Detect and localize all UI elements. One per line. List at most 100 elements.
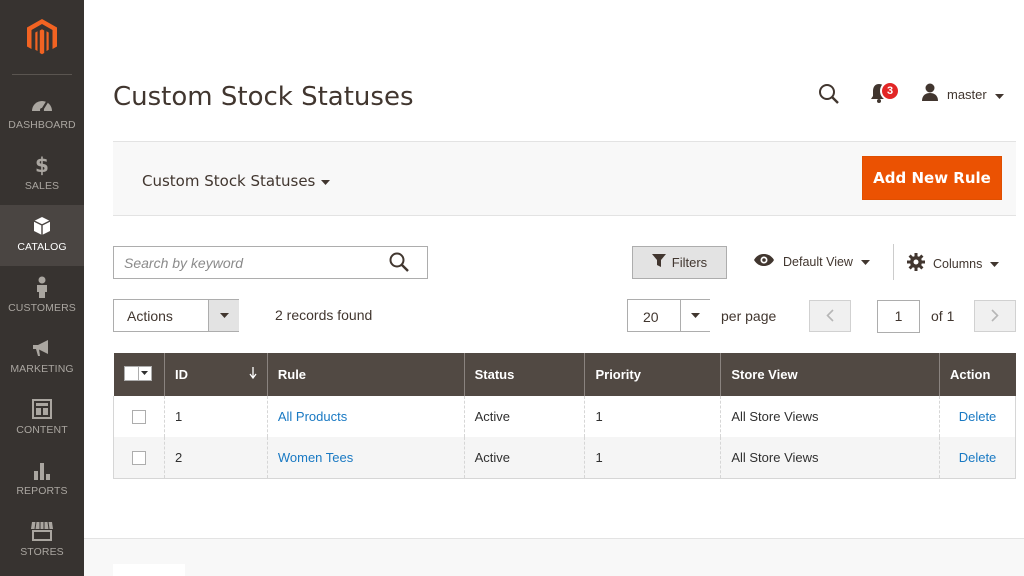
view-label: Default View <box>783 254 853 269</box>
actions-label: Actions <box>127 308 173 324</box>
sidebar-item-label: SALES <box>24 180 60 192</box>
delete-link[interactable]: Delete <box>959 409 997 424</box>
per-page-label: per page <box>721 308 777 324</box>
column-header-store-view[interactable]: Store View <box>720 353 940 396</box>
page-title: Custom Stock Statuses <box>113 82 414 112</box>
cell-store-view: All Store Views <box>720 396 940 437</box>
cell-action: Delete <box>938 396 1017 437</box>
chevron-down-icon <box>994 85 1004 104</box>
row-checkbox[interactable] <box>131 451 146 466</box>
page-footer <box>84 538 1024 576</box>
sidebar-item-label: CUSTOMERS <box>8 302 76 314</box>
sidebar-item-label: STORES <box>20 546 64 558</box>
cell-id: 1 <box>163 396 268 437</box>
cell-status: Active <box>463 396 585 437</box>
column-header-status[interactable]: Status <box>463 353 585 396</box>
mass-select-checkbox[interactable] <box>123 366 152 381</box>
sidebar-item-dashboard[interactable]: DASHBOARD <box>0 83 84 144</box>
add-new-rule-button[interactable]: Add New Rule <box>862 156 1002 200</box>
search-icon[interactable] <box>389 252 409 276</box>
chevron-right-icon <box>991 307 999 326</box>
cell-store-view: All Store Views <box>720 437 940 479</box>
sidebar-item-label: CATALOG <box>17 241 67 253</box>
chevron-down-icon <box>321 172 331 190</box>
sidebar-item-label: CONTENT <box>16 424 68 436</box>
magento-logo[interactable] <box>0 0 84 74</box>
cell-action: Delete <box>938 437 1017 479</box>
per-page-select[interactable]: 20 <box>627 299 710 332</box>
dollar-icon: $ <box>35 153 49 177</box>
next-page-button[interactable] <box>974 300 1016 332</box>
rule-link[interactable]: All Products <box>278 409 347 424</box>
grid-header-row: ID Rule Status Priority Store View Actio… <box>113 353 1016 396</box>
column-header-label: ID <box>174 367 188 382</box>
sidebar-item-marketing[interactable]: MARKETING <box>0 327 84 388</box>
sidebar-item-reports[interactable]: REPORTS <box>0 449 84 510</box>
mass-select-header <box>113 353 165 396</box>
view-switcher[interactable]: Default View <box>753 253 870 270</box>
cell-id: 2 <box>163 437 268 479</box>
sidebar-item-sales[interactable]: $ SALES <box>0 144 84 205</box>
column-header-rule[interactable]: Rule <box>266 353 465 396</box>
user-account-menu[interactable]: master <box>921 83 1004 105</box>
eye-icon <box>753 253 775 270</box>
chevron-down-icon <box>208 300 239 331</box>
column-header-id[interactable]: ID <box>163 353 268 396</box>
user-icon <box>921 83 939 105</box>
admin-sidebar: DASHBOARD $ SALES CATALOG CUSTOMERS MARK… <box>0 0 84 576</box>
cell-rule: All Products <box>266 396 465 437</box>
current-page-input[interactable]: 1 <box>877 300 920 333</box>
sort-arrow-down-icon <box>249 367 257 382</box>
sidebar-item-customers[interactable]: CUSTOMERS <box>0 266 84 327</box>
cell-priority: 1 <box>584 396 721 437</box>
sidebar-item-stores[interactable]: STORES <box>0 510 84 571</box>
column-header-action: Action <box>938 353 1016 396</box>
megaphone-icon <box>31 337 53 359</box>
footer-block <box>113 564 185 576</box>
sidebar-item-content[interactable]: CONTENT <box>0 388 84 449</box>
search-input[interactable] <box>124 247 384 278</box>
row-checkbox[interactable] <box>131 410 146 425</box>
table-row[interactable]: 1 All Products Active 1 All Store Views … <box>113 396 1017 437</box>
notifications-count-badge[interactable]: 3 <box>880 81 900 101</box>
toolbar-divider <box>893 244 894 280</box>
sidebar-item-catalog[interactable]: CATALOG <box>0 205 84 266</box>
mass-actions-dropdown[interactable]: Actions <box>113 299 239 332</box>
cell-status: Active <box>463 437 585 479</box>
per-page-value: 20 <box>643 309 659 325</box>
row-select-cell <box>113 437 165 479</box>
table-row[interactable]: 2 Women Tees Active 1 All Store Views De… <box>113 437 1017 479</box>
sidebar-item-label: MARKETING <box>10 363 74 375</box>
columns-control[interactable]: Columns <box>907 253 1000 274</box>
column-header-priority[interactable]: Priority <box>584 353 721 396</box>
switcher-label: Custom Stock Statuses <box>142 172 316 190</box>
user-name: master <box>947 86 987 102</box>
person-icon <box>35 276 49 298</box>
admin-page: DASHBOARD $ SALES CATALOG CUSTOMERS MARK… <box>0 0 1024 576</box>
chevron-down-icon <box>860 255 870 269</box>
gear-icon <box>907 253 925 274</box>
delete-link[interactable]: Delete <box>959 450 997 465</box>
chevron-down-icon <box>990 257 1000 271</box>
filter-funnel-icon <box>651 254 666 271</box>
row-select-cell <box>113 396 165 437</box>
bar-chart-icon <box>32 459 52 481</box>
records-found-count: 2 records found <box>275 307 373 323</box>
global-search-icon[interactable] <box>818 83 840 109</box>
cell-rule: Women Tees <box>266 437 465 479</box>
chevron-down-icon <box>680 300 710 331</box>
content-icon <box>32 398 52 420</box>
rules-grid: ID Rule Status Priority Store View Actio… <box>113 353 1017 479</box>
logo-divider <box>12 74 72 75</box>
previous-page-button[interactable] <box>809 300 851 332</box>
sidebar-item-label: DASHBOARD <box>8 119 76 131</box>
chevron-down-icon <box>137 367 151 380</box>
keyword-search-box <box>113 246 428 279</box>
grid-switcher-dropdown[interactable]: Custom Stock Statuses <box>142 172 331 190</box>
checkbox-box <box>124 367 138 380</box>
dashboard-icon <box>31 93 53 115</box>
store-icon <box>30 520 54 542</box>
filters-button[interactable]: Filters <box>632 246 727 279</box>
rule-link[interactable]: Women Tees <box>278 450 353 465</box>
cell-priority: 1 <box>584 437 721 479</box>
